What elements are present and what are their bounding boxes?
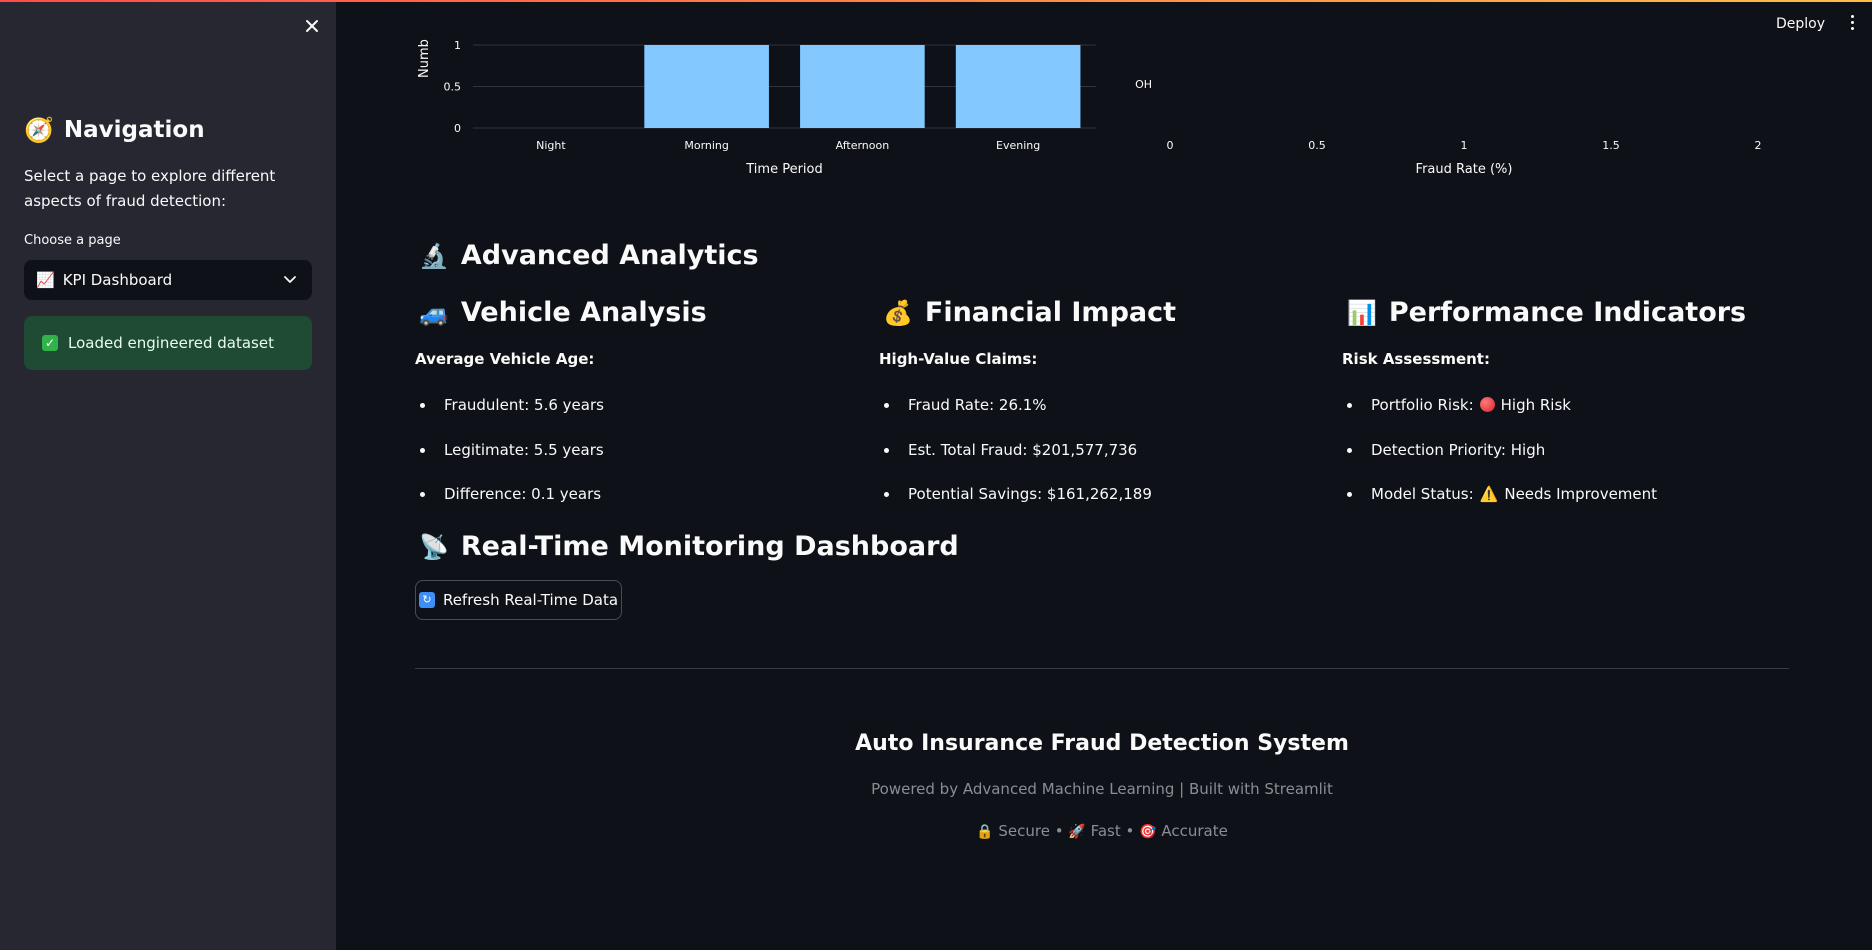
sidebar-description: Select a page to explore different aspec… — [24, 167, 276, 210]
y-tick-label: 0.5 — [444, 81, 462, 94]
refresh-data-button[interactable]: ↻ Refresh Real-Time Data — [415, 580, 622, 620]
financial-list: Fraud Rate: 26.1% Est. Total Fraud: $201… — [879, 391, 1152, 525]
x-axis-title: Time Period — [745, 162, 822, 177]
chart-increasing-icon: 📈 — [36, 271, 55, 289]
list-item-text: Difference: 0.1 years — [444, 485, 602, 503]
list-item: Est. Total Fraud: $201,577,736 — [879, 436, 1152, 481]
realtime-monitoring-heading: 📡 Real-Time Monitoring Dashboard — [419, 531, 959, 562]
model-status-label: Model Status: — [1371, 485, 1474, 503]
satellite-antenna-icon: 📡 — [419, 532, 449, 561]
y-tick-label: 0 — [454, 122, 461, 135]
x-tick-label: Night — [536, 139, 566, 152]
advanced-analytics-heading: 🔬 Advanced Analytics — [419, 240, 759, 271]
compass-icon: 🧭 — [24, 116, 54, 144]
y-tick-label: 1 — [454, 39, 461, 52]
footer-accurate: Accurate — [1161, 822, 1228, 840]
advanced-analytics-title: Advanced Analytics — [460, 240, 759, 271]
list-item: Fraud Rate: 26.1% — [879, 391, 1152, 436]
page-select-label: Choose a page — [24, 233, 121, 248]
performance-subtitle: Risk Assessment: — [1342, 350, 1490, 368]
sidebar-title: 🧭 Navigation — [24, 116, 205, 144]
vehicle-subtitle: Average Vehicle Age: — [415, 350, 595, 368]
divider — [415, 668, 1789, 669]
x-axis-title: Fraud Rate (%) — [1416, 162, 1513, 177]
financial-impact-heading: 💰 Financial Impact — [883, 297, 1176, 328]
list-item: Fraudulent: 5.6 years — [415, 391, 604, 436]
chevron-down-icon — [284, 276, 296, 283]
sidebar-title-text: Navigation — [63, 117, 205, 143]
vehicle-analysis-heading: 🚙 Vehicle Analysis — [419, 297, 707, 328]
list-item: Legitimate: 5.5 years — [415, 436, 604, 481]
list-item-text: Fraudulent: 5.6 years — [444, 396, 604, 414]
list-item-text: Legitimate: 5.5 years — [444, 440, 604, 459]
rocket-icon: 🚀 — [1068, 824, 1086, 840]
financial-impact-title: Financial Impact — [924, 297, 1177, 328]
x-tick-label: 1.5 — [1602, 139, 1620, 152]
portfolio-risk-label: Portfolio Risk: — [1371, 396, 1474, 414]
target-icon: 🎯 — [1139, 824, 1157, 840]
success-alert: ✓ Loaded engineered dataset — [24, 316, 312, 370]
warning-icon: ⚠️ — [1479, 485, 1499, 503]
close-sidebar-button[interactable] — [300, 14, 324, 38]
footer-subtitle: Powered by Advanced Machine Learning | B… — [871, 780, 1333, 798]
bar — [800, 45, 925, 128]
y-tick-label: OH — [1135, 78, 1152, 91]
money-bag-icon: 💰 — [883, 298, 913, 327]
footer-secure: Secure — [998, 822, 1050, 840]
sidebar: 🧭 Navigation Select a page to explore di… — [0, 2, 336, 950]
bar — [955, 45, 1081, 128]
footer-title: Auto Insurance Fraud Detection System — [855, 731, 1349, 756]
x-tick-label: 2 — [1755, 139, 1762, 152]
close-icon — [306, 20, 318, 32]
x-tick-label: 1 — [1461, 139, 1468, 152]
performance-indicators-title: Performance Indicators — [1388, 297, 1747, 328]
list-item: Potential Savings: $161,262,189 — [879, 480, 1152, 525]
vehicle-analysis-title: Vehicle Analysis — [460, 297, 707, 328]
list-item-text: Potential Savings: $161,262,189 — [908, 485, 1152, 503]
vehicle-list: Fraudulent: 5.6 years Legitimate: 5.5 ye… — [415, 391, 604, 525]
lock-icon: 🔒 — [976, 824, 994, 840]
list-item: Detection Priority: High — [1342, 436, 1657, 481]
bar — [644, 45, 769, 128]
x-tick-label: 0 — [1167, 139, 1174, 152]
portfolio-risk-value: High Risk — [1500, 396, 1571, 414]
performance-indicators-heading: 📊 Performance Indicators — [1347, 297, 1746, 328]
list-item-text: Est. Total Fraud: $201,577,736 — [908, 440, 1138, 459]
x-tick-label: 0.5 — [1308, 139, 1326, 152]
footer-fast: Fast — [1090, 822, 1121, 840]
x-tick-label: Afternoon — [836, 139, 890, 152]
bar-chart-icon: 📊 — [1347, 298, 1377, 327]
success-alert-text: Loaded engineered dataset — [68, 334, 274, 352]
page-select-value: KPI Dashboard — [62, 271, 173, 289]
performance-list: Portfolio Risk: High Risk Detection Prio… — [1342, 391, 1657, 525]
page-select[interactable]: 📈 KPI Dashboard — [24, 260, 312, 300]
footer-separator: • — [1054, 822, 1064, 840]
x-tick-label: Evening — [996, 139, 1040, 152]
list-item: Portfolio Risk: High Risk — [1342, 391, 1657, 436]
detection-priority-text: Detection Priority: High — [1371, 440, 1546, 459]
model-status-value: Needs Improvement — [1504, 485, 1658, 503]
list-item: Difference: 0.1 years — [415, 480, 604, 525]
refresh-data-label: Refresh Real-Time Data — [442, 591, 619, 609]
microscope-icon: 🔬 — [419, 241, 449, 270]
footer-tags: 🔒 Secure • 🚀 Fast • 🎯 Accurate — [415, 822, 1789, 840]
refresh-icon: ↻ — [418, 592, 435, 608]
charts-area: 0 0.5 1 Night Morning Afternoon Evening Time Pe… — [417, 39, 1762, 177]
x-tick-label: Morning — [684, 139, 729, 152]
y-axis-title: Numb — [417, 39, 432, 78]
financial-subtitle: High-Value Claims: — [879, 350, 1038, 368]
list-item: Model Status: ⚠️ Needs Improvement — [1342, 480, 1657, 525]
list-item-text: Fraud Rate: 26.1% — [908, 396, 1047, 414]
realtime-monitoring-title: Real-Time Monitoring Dashboard — [460, 531, 959, 562]
footer-separator: • — [1125, 822, 1135, 840]
check-icon: ✓ — [42, 335, 58, 351]
red-circle-icon — [1479, 397, 1495, 412]
car-icon: 🚙 — [419, 298, 449, 327]
